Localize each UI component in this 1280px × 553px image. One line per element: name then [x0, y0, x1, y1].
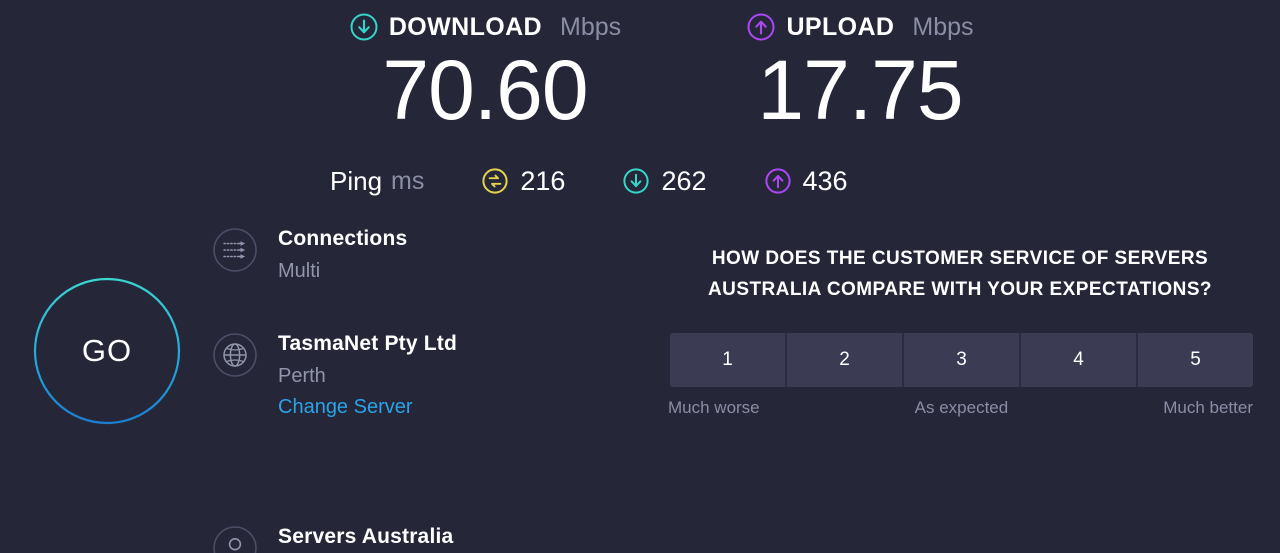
- survey-question-line-2: AUSTRALIA COMPARE WITH YOUR EXPECTATIONS…: [707, 279, 1212, 300]
- upload-units: Mbps: [912, 12, 974, 41]
- download-arrow-circle-icon: [349, 12, 379, 42]
- upload-label-row: UPLOAD Mbps: [655, 10, 1065, 44]
- customer-service-survey: HOW DOES THE CUSTOMER SERVICE OF SERVERS…: [660, 243, 1260, 417]
- user-icon: [207, 520, 263, 553]
- speed-results-header: DOWNLOAD Mbps 70.60 UPLOAD Mbps 17.75: [0, 10, 1280, 150]
- rating-option-4[interactable]: 4: [1021, 333, 1138, 387]
- connections-row: Connections Multi: [207, 222, 647, 287]
- download-value: 70.60: [382, 43, 588, 137]
- scale-label-high: Much better: [1163, 398, 1253, 417]
- upload-arrow-circle-icon: [746, 12, 776, 42]
- survey-scale-labels: Much worse As expected Much better: [668, 398, 1253, 418]
- connections-title: Connections: [278, 227, 408, 250]
- rating-option-5[interactable]: 5: [1138, 333, 1253, 387]
- go-button[interactable]: GO: [33, 277, 181, 425]
- ping-row: Ping ms 216 262 436: [330, 160, 848, 202]
- upload-latency-icon: [764, 167, 792, 195]
- ping-units: ms: [391, 166, 425, 195]
- ping-label: Ping: [330, 165, 383, 196]
- scale-label-low: Much worse: [668, 398, 760, 417]
- connection-info-list: Connections Multi TasmaNet Pty Ltd Perth…: [207, 222, 647, 553]
- idle-latency-icon: [481, 167, 509, 195]
- server-location: Perth: [278, 365, 326, 387]
- survey-question-line-1: HOW DOES THE CUSTOMER SERVICE OF SERVERS: [711, 248, 1209, 269]
- survey-rating-strip: 1 2 3 4 5: [670, 333, 1253, 387]
- download-latency-value: 262: [661, 165, 707, 196]
- server-provider-name: TasmaNet Pty Ltd: [278, 332, 458, 355]
- download-units: Mbps: [560, 12, 622, 41]
- upload-result-block: UPLOAD Mbps 17.75: [655, 10, 1065, 134]
- multi-connections-icon: [207, 222, 263, 278]
- account-row: Servers Australia: [207, 520, 647, 553]
- upload-label: UPLOAD: [786, 12, 895, 41]
- go-button-label: GO: [81, 333, 133, 368]
- scale-label-mid: As expected: [914, 398, 1009, 417]
- download-label-row: DOWNLOAD Mbps: [280, 10, 690, 44]
- download-latency-icon: [622, 167, 650, 195]
- server-row: TasmaNet Pty Ltd Perth Change Server: [207, 327, 647, 423]
- idle-latency-item: 216: [481, 166, 565, 197]
- upload-latency-item: 436: [764, 166, 848, 197]
- upload-latency-value: 436: [802, 165, 848, 196]
- idle-latency-value: 216: [520, 165, 566, 196]
- rating-option-1[interactable]: 1: [670, 333, 787, 387]
- download-result-block: DOWNLOAD Mbps 70.60: [280, 10, 690, 134]
- rating-option-2[interactable]: 2: [787, 333, 904, 387]
- globe-icon: [207, 327, 263, 383]
- connections-value: Multi: [278, 260, 321, 282]
- download-label: DOWNLOAD: [388, 12, 543, 41]
- change-server-link[interactable]: Change Server: [278, 392, 647, 423]
- rating-option-3[interactable]: 3: [904, 333, 1021, 387]
- upload-value: 17.75: [757, 43, 963, 137]
- account-name: Servers Australia: [278, 525, 454, 548]
- download-latency-item: 262: [622, 165, 707, 197]
